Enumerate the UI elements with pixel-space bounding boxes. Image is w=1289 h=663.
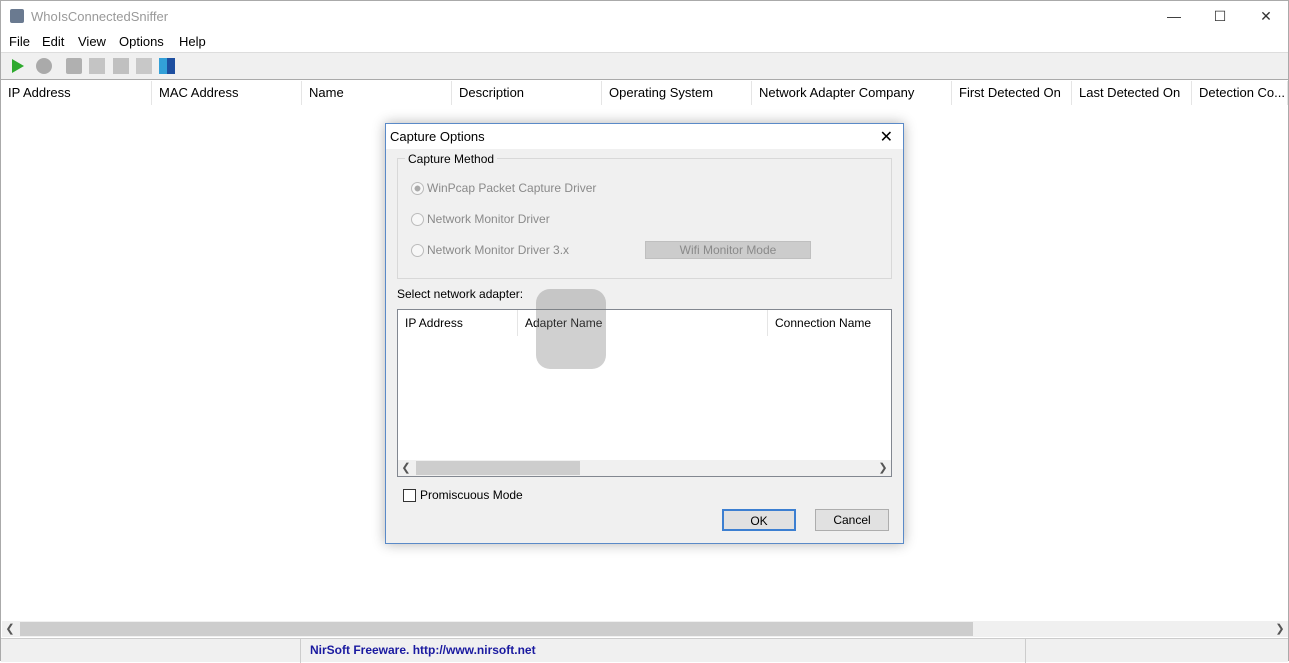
horizontal-scrollbar[interactable]: ❮ ❯ <box>2 621 1288 637</box>
radio-netmon3-label: Network Monitor Driver 3.x <box>427 243 570 257</box>
properties-icon[interactable] <box>113 58 129 74</box>
radio-netmon[interactable] <box>411 213 424 226</box>
col-last-detected[interactable]: Last Detected On <box>1072 81 1192 105</box>
radio-winpcap[interactable] <box>411 182 424 195</box>
col-name[interactable]: Name <box>302 81 452 105</box>
capture-method-group: Capture Method WinPcap Packet Capture Dr… <box>397 152 892 279</box>
radio-netmon3[interactable] <box>411 244 424 257</box>
adapter-list[interactable]: IP Address Adapter Name Connection Name … <box>397 309 892 477</box>
cancel-button[interactable]: Cancel <box>815 509 889 531</box>
ok-button[interactable]: OK <box>722 509 796 531</box>
scroll-thumb[interactable] <box>20 622 973 636</box>
adapter-hscrollbar[interactable]: ❮ ❯ <box>398 460 891 476</box>
copy-icon[interactable] <box>89 58 105 74</box>
col-mac-address[interactable]: MAC Address <box>152 81 302 105</box>
adapter-scroll-right-icon[interactable]: ❯ <box>875 460 891 476</box>
menu-options[interactable]: Options <box>119 34 164 49</box>
watermark-logo <box>536 289 606 369</box>
adapter-scroll-thumb[interactable] <box>416 461 580 475</box>
stop-icon[interactable] <box>36 58 52 74</box>
minimize-button[interactable]: — <box>1151 1 1197 32</box>
find-icon[interactable] <box>136 58 152 74</box>
promiscuous-checkbox[interactable] <box>403 489 416 502</box>
status-bar: NirSoft Freeware. http://www.nirsoft.net <box>1 638 1288 663</box>
title-bar: WhoIsConnectedSniffer — ☐ ✕ <box>1 1 1288 32</box>
window-title: WhoIsConnectedSniffer <box>31 9 169 24</box>
adapter-col-connection[interactable]: Connection Name <box>768 310 893 336</box>
col-adapter-company[interactable]: Network Adapter Company <box>752 81 952 105</box>
select-adapter-label: Select network adapter: <box>397 287 524 301</box>
radio-netmon-label: Network Monitor Driver <box>427 212 550 226</box>
save-icon[interactable] <box>66 58 82 74</box>
dialog-close-icon[interactable]: ✕ <box>880 127 893 147</box>
adapter-col-ip[interactable]: IP Address <box>398 310 518 336</box>
capture-options-dialog: Capture Options ✕ Capture Method WinPcap… <box>385 123 904 544</box>
col-description[interactable]: Description <box>452 81 602 105</box>
close-button[interactable]: ✕ <box>1243 1 1289 32</box>
exit-icon[interactable] <box>159 58 175 74</box>
adapter-scroll-left-icon[interactable]: ❮ <box>398 460 414 476</box>
toolbar <box>1 52 1288 80</box>
scroll-right-icon[interactable]: ❯ <box>1272 621 1288 637</box>
column-header: IP Address MAC Address Name Description … <box>1 81 1288 105</box>
menu-view[interactable]: View <box>78 34 106 49</box>
promiscuous-label: Promiscuous Mode <box>420 488 523 502</box>
col-ip-address[interactable]: IP Address <box>1 81 152 105</box>
menu-file[interactable]: File <box>9 34 30 49</box>
col-operating-system[interactable]: Operating System <box>602 81 752 105</box>
status-nirsoft-link[interactable]: NirSoft Freeware. http://www.nirsoft.net <box>301 639 1026 663</box>
radio-winpcap-label: WinPcap Packet Capture Driver <box>427 181 597 195</box>
capture-method-label: Capture Method <box>405 152 498 166</box>
dialog-title-bar: Capture Options ✕ <box>386 124 903 149</box>
play-icon[interactable] <box>12 59 24 73</box>
menu-edit[interactable]: Edit <box>42 34 64 49</box>
app-icon <box>10 9 24 23</box>
dialog-title: Capture Options <box>390 129 485 144</box>
status-pane <box>1 639 301 663</box>
maximize-button[interactable]: ☐ <box>1197 1 1243 32</box>
col-detection-count[interactable]: Detection Co... <box>1192 81 1288 105</box>
wifi-monitor-mode-button[interactable]: Wifi Monitor Mode <box>645 241 811 259</box>
menu-help[interactable]: Help <box>179 34 206 49</box>
scroll-left-icon[interactable]: ❮ <box>2 621 18 637</box>
col-first-detected[interactable]: First Detected On <box>952 81 1072 105</box>
menu-bar: File Edit View Options Help <box>1 32 1288 52</box>
